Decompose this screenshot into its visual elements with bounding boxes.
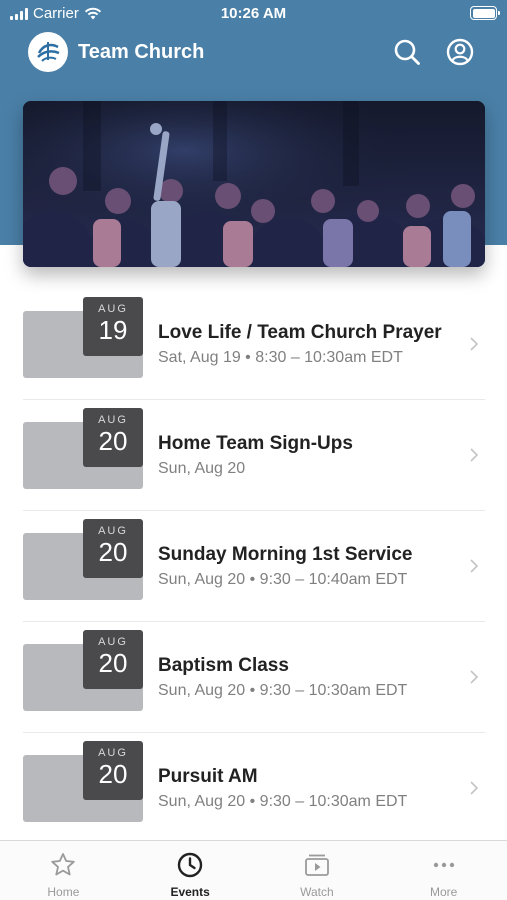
chevron-right-icon	[470, 781, 479, 795]
chevron-right-icon	[470, 337, 479, 351]
hero-image[interactable]	[23, 101, 485, 267]
event-item[interactable]: AUG 20 Baptism Class Sun, Aug 20 • 9:30 …	[23, 622, 485, 733]
tab-label: Home	[47, 885, 80, 899]
worship-crowd-photo	[23, 101, 485, 267]
event-date-badge: AUG 20	[83, 408, 143, 467]
event-datetime: Sun, Aug 20 • 9:30 – 10:30am EDT	[158, 793, 408, 810]
event-month: AUG	[98, 525, 128, 537]
app-header: Team Church	[0, 30, 507, 76]
events-list: AUG 19 Love Life / Team Church Prayer Sa…	[0, 289, 507, 844]
search-icon[interactable]	[392, 37, 422, 67]
event-day: 20	[98, 648, 128, 678]
tab-label: Events	[170, 885, 210, 899]
chevron-right-icon	[470, 559, 479, 573]
tab-label: Watch	[300, 885, 334, 899]
event-date-badge: AUG 20	[83, 630, 143, 689]
event-title: Baptism Class	[158, 655, 289, 676]
church-logo[interactable]	[28, 32, 68, 72]
event-datetime: Sat, Aug 19 • 8:30 – 10:30am EDT	[158, 349, 403, 366]
event-date-badge: AUG 20	[83, 741, 143, 800]
event-day: 20	[98, 759, 128, 789]
event-item[interactable]: AUG 19 Love Life / Team Church Prayer Sa…	[23, 289, 485, 400]
ellipsis-icon	[433, 862, 454, 868]
event-datetime: Sun, Aug 20	[158, 460, 246, 477]
tab-events[interactable]: Events	[127, 841, 254, 900]
event-month: AUG	[98, 636, 128, 648]
event-item[interactable]: AUG 20 Pursuit AM Sun, Aug 20 • 9:30 – 1…	[23, 733, 485, 844]
event-day: 19	[98, 315, 128, 345]
event-title: Sunday Morning 1st Service	[158, 544, 413, 565]
tab-more[interactable]: More	[380, 841, 507, 900]
event-month: AUG	[98, 303, 128, 315]
tab-watch[interactable]: Watch	[254, 841, 381, 900]
tab-bar: Home Events Watch More	[0, 840, 507, 900]
clock-icon	[177, 852, 203, 878]
status-time: 10:26 AM	[220, 5, 287, 22]
event-month: AUG	[98, 747, 128, 759]
event-item[interactable]: AUG 20 Sunday Morning 1st Service Sun, A…	[23, 511, 485, 622]
event-month: AUG	[98, 414, 128, 426]
tab-label: More	[429, 885, 458, 899]
church-logo-icon	[37, 42, 60, 62]
chevron-right-icon	[470, 670, 479, 684]
event-title: Home Team Sign-Ups	[158, 433, 353, 454]
event-datetime: Sun, Aug 20 • 9:30 – 10:40am EDT	[158, 571, 408, 588]
event-title: Pursuit AM	[158, 766, 258, 787]
event-datetime: Sun, Aug 20 • 9:30 – 10:30am EDT	[158, 682, 408, 699]
app-title: Team Church	[78, 41, 205, 63]
star-icon	[51, 853, 76, 876]
event-item[interactable]: AUG 20 Home Team Sign-Ups Sun, Aug 20	[23, 400, 485, 511]
chevron-right-icon	[470, 448, 479, 462]
status-bar: Carrier 10:26 AM	[0, 0, 507, 28]
profile-icon[interactable]	[445, 37, 475, 67]
event-date-badge: AUG 19	[83, 297, 143, 356]
event-day: 20	[98, 537, 128, 567]
play-icon	[304, 854, 329, 876]
event-day: 20	[98, 426, 128, 456]
battery-icon	[470, 6, 500, 20]
tab-home[interactable]: Home	[0, 841, 127, 900]
event-date-badge: AUG 20	[83, 519, 143, 578]
event-title: Love Life / Team Church Prayer	[158, 322, 442, 343]
